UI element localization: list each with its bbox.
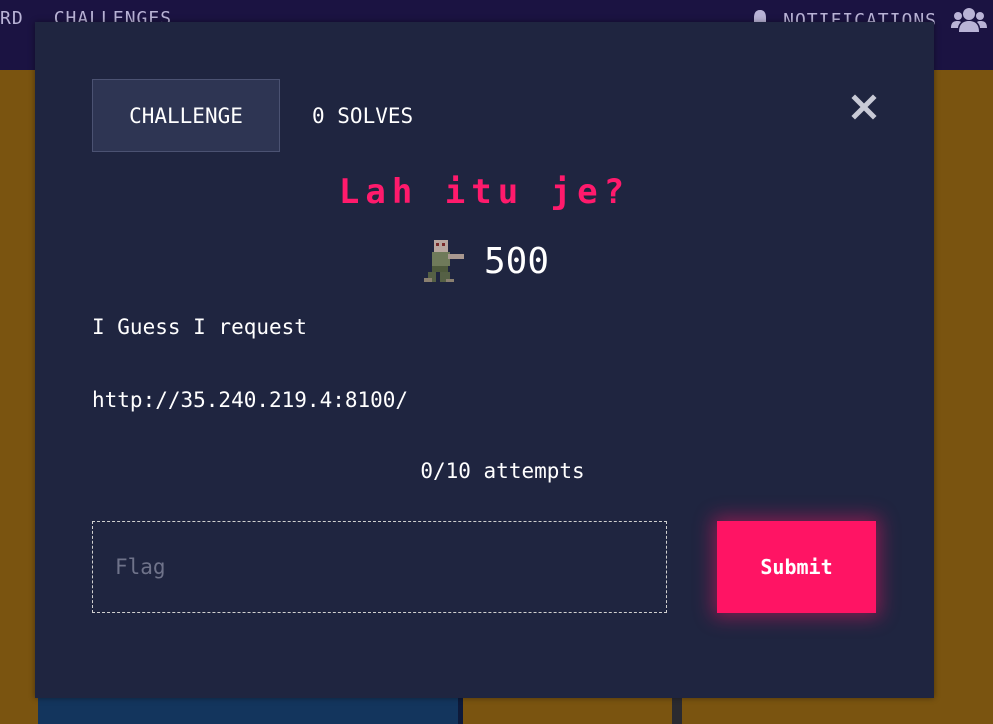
- flag-input[interactable]: [92, 521, 667, 613]
- submit-button[interactable]: Submit: [717, 521, 876, 613]
- nav-item-scoreboard[interactable]: RD: [0, 8, 24, 29]
- challenge-points: 500: [483, 240, 550, 282]
- zombie-icon: [423, 240, 464, 282]
- background-challenge-tile: [38, 698, 458, 724]
- attempts-counter: 0/10 attempts: [420, 459, 585, 483]
- challenge-modal: CHALLENGE 0 SOLVES Lah itu je? 500 I Gue…: [35, 22, 934, 698]
- description-url[interactable]: http://35.240.219.4:8100/: [92, 388, 408, 412]
- users-icon[interactable]: [951, 6, 987, 34]
- background-divider: [458, 698, 463, 724]
- description-text: I Guess I request: [92, 315, 307, 339]
- tab-solves[interactable]: 0 SOLVES: [312, 79, 413, 152]
- points-row: 500: [35, 238, 934, 284]
- challenge-title: Lah itu je?: [338, 172, 631, 212]
- tab-challenge[interactable]: CHALLENGE: [92, 79, 280, 152]
- close-icon[interactable]: [851, 94, 877, 120]
- background-divider: [672, 698, 682, 724]
